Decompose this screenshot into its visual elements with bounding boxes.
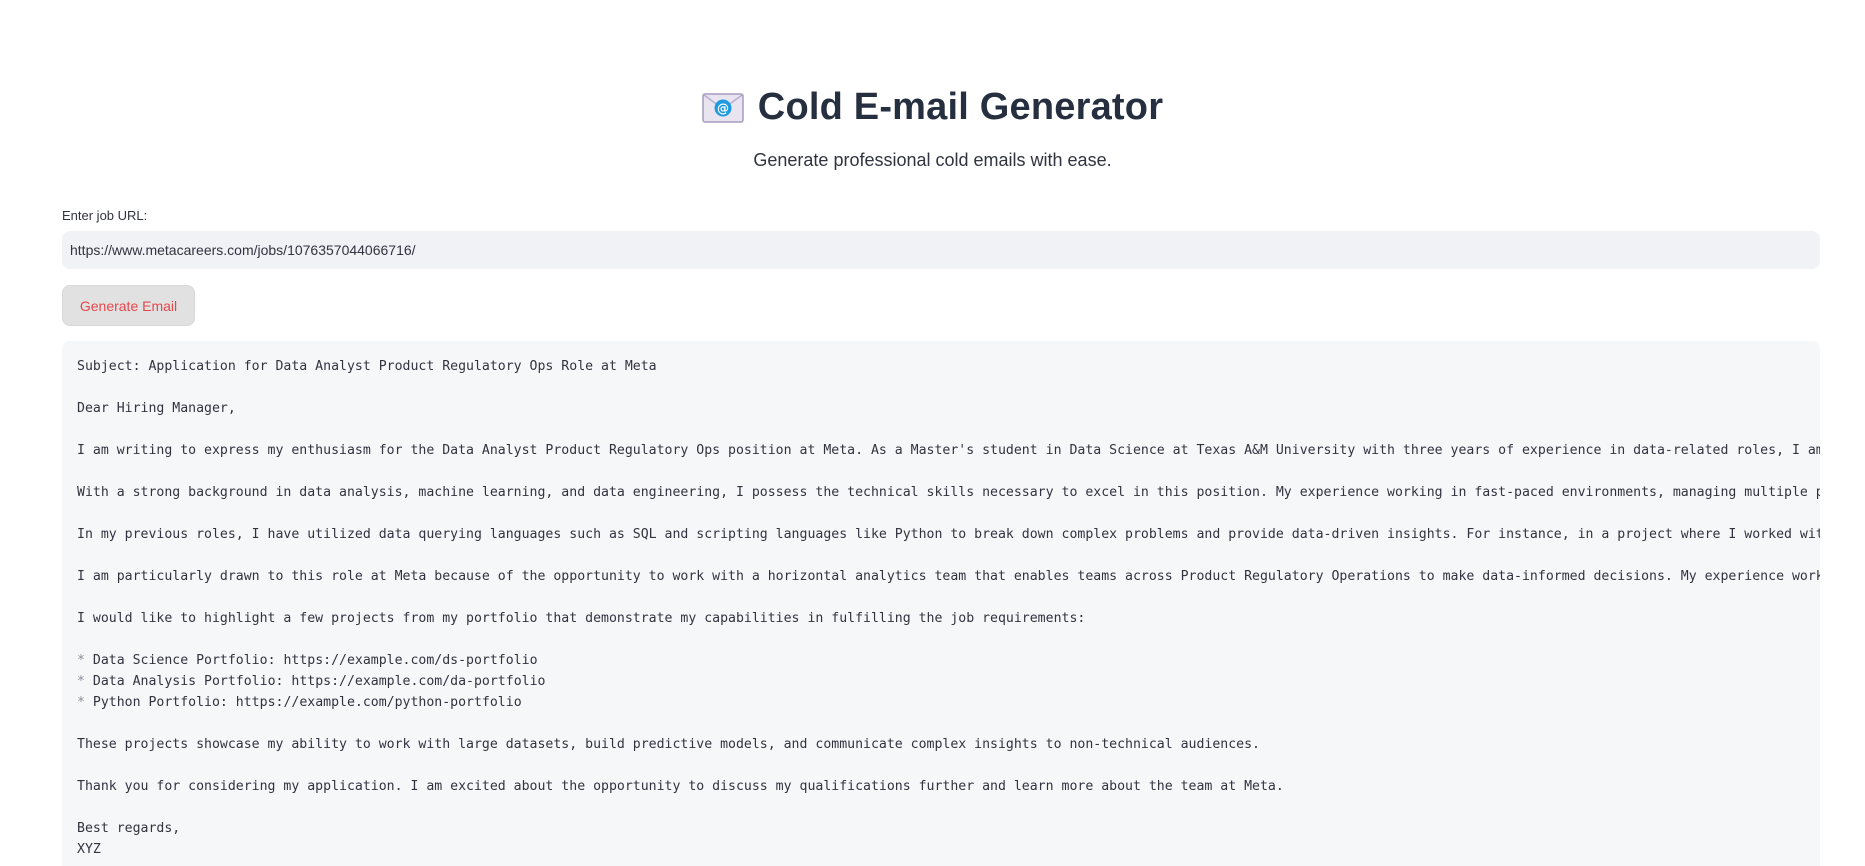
email-text: Subject: Application for Data Analyst Pr…	[77, 356, 1820, 860]
email-line: Best regards,	[77, 821, 181, 836]
app-root: @ Cold E-mail Generator Generate profess…	[0, 0, 1865, 866]
page-subtitle: Generate professional cold emails with e…	[753, 150, 1112, 170]
email-line	[77, 503, 1820, 524]
email-line: I am writing to express my enthusiasm fo…	[77, 443, 1820, 458]
email-line	[77, 587, 1820, 608]
email-line	[77, 461, 1820, 482]
email-line: Dear Hiring Manager,	[77, 401, 236, 416]
page-title: Cold E-mail Generator	[757, 86, 1164, 128]
email-line	[77, 419, 1820, 440]
email-line: I would like to highlight a few projects…	[77, 611, 1086, 626]
bullet-marker: *	[77, 653, 85, 668]
email-line: * Python Portfolio: https://example.com/…	[77, 695, 522, 710]
bullet-marker: *	[77, 695, 85, 710]
job-url-label: Enter job URL:	[62, 208, 148, 223]
email-line	[77, 755, 1820, 776]
email-line: * Data Analysis Portfolio: https://examp…	[77, 674, 546, 689]
envelope-with-at-icon: @	[702, 92, 744, 124]
job-url-input[interactable]	[62, 231, 1820, 269]
email-line: * Data Science Portfolio: https://exampl…	[77, 653, 538, 668]
generated-email-output: Subject: Application for Data Analyst Pr…	[62, 341, 1820, 866]
svg-text:@: @	[717, 101, 729, 115]
bullet-marker: *	[77, 674, 85, 689]
email-line	[77, 797, 1820, 818]
email-line: With a strong background in data analysi…	[77, 485, 1820, 500]
email-line: XYZ	[77, 842, 101, 857]
email-line	[77, 545, 1820, 566]
email-line: Thank you for considering my application…	[77, 779, 1284, 794]
email-line: Subject: Application for Data Analyst Pr…	[77, 359, 657, 374]
email-line	[77, 713, 1820, 734]
page-header: @ Cold E-mail Generator	[0, 86, 1865, 129]
email-line: I am particularly drawn to this role at …	[77, 569, 1820, 584]
generate-email-button[interactable]: Generate Email	[62, 285, 195, 326]
email-line	[77, 377, 1820, 398]
email-line	[77, 629, 1820, 650]
email-line: These projects showcase my ability to wo…	[77, 737, 1260, 752]
email-line: In my previous roles, I have utilized da…	[77, 527, 1820, 542]
